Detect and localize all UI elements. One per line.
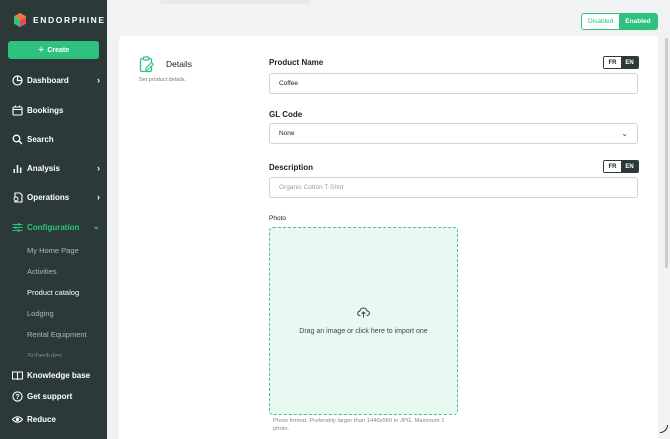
sidebar-item-dashboard[interactable]: Dashboard › [12, 72, 100, 88]
sub-item-schedules[interactable]: Schedules [27, 351, 62, 357]
svg-text:?: ? [15, 394, 19, 401]
sidebar: ENDORPHINE + Create Dashboard › Bookings… [0, 0, 107, 439]
sub-item-product-catalog[interactable]: Product catalog [27, 288, 79, 297]
top-bar-shadow [160, 0, 310, 4]
chevron-right-icon: › [97, 75, 100, 85]
gl-code-value: None [279, 130, 295, 137]
photo-format-hint: Photo format: Preferably larger than 144… [273, 418, 445, 432]
loading-spinner-icon [660, 425, 668, 433]
description-label: Description [269, 163, 314, 172]
description-lang-switch: FR EN [603, 160, 639, 173]
sliders-icon [12, 222, 23, 233]
chevron-down-icon: ⌄ [621, 129, 628, 138]
sidebar-item-label: Reduce [27, 414, 56, 424]
sub-item-activities[interactable]: Activities [27, 267, 57, 276]
sub-item-my-home-page[interactable]: My Home Page [27, 246, 79, 255]
eye-icon [12, 414, 23, 425]
sidebar-item-get-support[interactable]: ? Get support [12, 388, 100, 404]
sidebar-item-reduce[interactable]: Reduce [12, 411, 100, 427]
page-scrollbar[interactable] [665, 38, 668, 268]
help-icon: ? [12, 390, 23, 402]
create-button[interactable]: + Create [8, 41, 99, 59]
sidebar-item-label: Analysis [27, 163, 60, 173]
toggle-disabled[interactable]: Disabled [582, 14, 620, 29]
sidebar-item-label: Bookings [27, 105, 64, 115]
lang-fr-button[interactable]: FR [604, 57, 621, 68]
gl-code-select[interactable]: None ⌄ [269, 123, 638, 144]
chevron-right-icon: › [97, 192, 100, 202]
book-icon [12, 370, 23, 381]
sub-item-rental-equipment[interactable]: Rental Equipment [27, 330, 87, 339]
sidebar-item-label: Dashboard [27, 75, 69, 85]
sidebar-item-label: Search [27, 134, 54, 144]
details-title: Details [166, 59, 192, 69]
sidebar-item-knowledge-base[interactable]: Knowledge base [12, 367, 100, 383]
product-details-card: Details Set product details. Product Nam… [119, 36, 658, 439]
sidebar-item-label: Knowledge base [27, 370, 91, 380]
clipboard-edit-icon [139, 56, 155, 73]
photo-label: Photo [269, 215, 286, 222]
product-name-lang-switch: FR EN [603, 56, 639, 69]
operations-icon [12, 191, 23, 203]
chevron-down-icon: ⌄ [92, 221, 100, 231]
description-input[interactable]: Organic Cotton T-Shirt [269, 177, 638, 198]
lang-en-button[interactable]: EN [621, 57, 638, 68]
sidebar-item-label: Get support [27, 391, 73, 401]
sidebar-item-search[interactable]: Search [12, 131, 100, 147]
sidebar-item-configuration[interactable]: Configuration ⌄ [12, 219, 100, 235]
sidebar-item-bookings[interactable]: Bookings [12, 102, 100, 118]
brand-name: ENDORPHINE [33, 15, 106, 25]
sidebar-item-label: Operations [27, 192, 70, 202]
sub-item-lodging[interactable]: Lodging [27, 309, 54, 318]
details-subtitle: Set product details. [139, 77, 187, 83]
gl-code-label: GL Code [269, 110, 303, 119]
lang-fr-button[interactable]: FR [604, 161, 621, 172]
product-name-label: Product Name [269, 58, 324, 67]
search-icon [12, 134, 23, 145]
dashboard-icon [12, 74, 23, 86]
sidebar-item-operations[interactable]: Operations › [12, 189, 100, 205]
product-name-input[interactable]: Coffee [269, 73, 638, 94]
create-label: Create [47, 46, 70, 54]
brand-logo[interactable]: ENDORPHINE [13, 13, 106, 27]
bar-chart-icon [12, 163, 23, 174]
toggle-enabled[interactable]: Enabled [619, 14, 657, 29]
photo-dropzone[interactable]: Drag an image or click here to import on… [269, 227, 458, 415]
cloud-upload-icon [357, 307, 370, 318]
dropzone-text: Drag an image or click here to import on… [299, 328, 428, 335]
status-toggle: Disabled Enabled [581, 13, 658, 30]
calendar-icon [12, 105, 23, 116]
sidebar-item-label: Configuration [27, 222, 80, 232]
plus-icon: + [37, 43, 45, 56]
sidebar-item-analysis[interactable]: Analysis › [12, 160, 100, 176]
lang-en-button[interactable]: EN [621, 161, 638, 172]
logo-mark-icon [14, 13, 26, 27]
chevron-right-icon: › [97, 163, 100, 173]
